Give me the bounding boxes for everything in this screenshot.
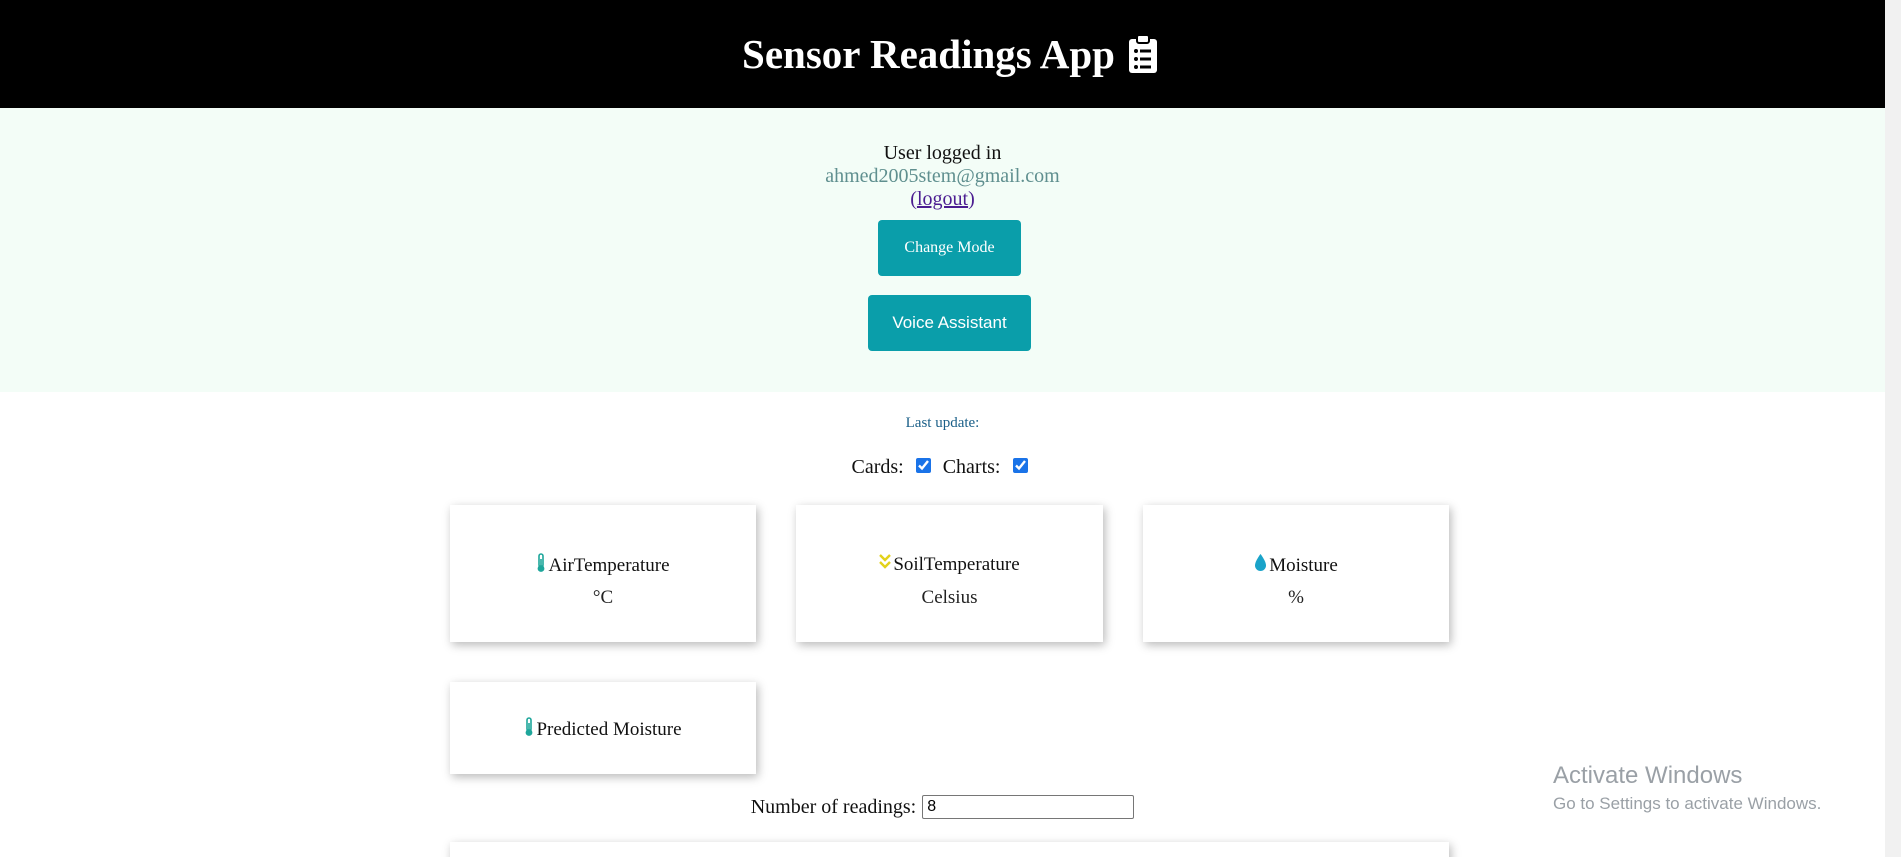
top-nav: Sensor Readings App <box>0 0 1901 108</box>
card-title-text: Predicted Moisture <box>536 719 682 740</box>
app-title: Sensor Readings App <box>742 30 1159 78</box>
thermometer-icon <box>536 553 546 579</box>
login-status: User logged in <box>883 142 1002 164</box>
card-soil-temperature: SoilTemperature Celsius <box>796 505 1103 642</box>
watermark-title: Activate Windows <box>1553 762 1743 789</box>
charts-toggle-label: Charts: <box>942 456 1001 478</box>
card-title: Moisture <box>1143 553 1449 578</box>
voice-assistant-button[interactable]: Voice Assistant <box>868 295 1031 351</box>
windows-activation-watermark: Activate Windows Go to Settings to activ… <box>1553 762 1821 814</box>
cards-toggle-label: Cards: <box>851 456 904 478</box>
card-unit: °C <box>592 587 614 608</box>
charts-checkbox[interactable] <box>1012 458 1028 473</box>
card-predicted-moisture: Predicted Moisture <box>450 682 756 774</box>
user-email: ahmed2005stem@gmail.com <box>825 165 1060 187</box>
view-toggles: Cards: Charts: <box>0 456 1885 479</box>
card-title-text: SoilTemperature <box>893 554 1020 575</box>
card-title: Predicted Moisture <box>450 717 756 743</box>
app-title-text: Sensor Readings App <box>742 31 1115 77</box>
droplet-icon <box>1254 553 1267 578</box>
card-title: AirTemperature <box>450 553 756 579</box>
readings-input[interactable] <box>922 795 1135 819</box>
cards-checkbox[interactable] <box>915 458 931 473</box>
thermometer-icon <box>524 717 534 743</box>
card-moisture: Moisture % <box>1143 505 1449 642</box>
change-mode-button[interactable]: Change Mode <box>878 220 1021 276</box>
chart-card <box>450 842 1449 857</box>
page: Sensor Readings App User logged in ahmed… <box>0 0 1901 857</box>
card-title-text: Moisture <box>1269 554 1338 576</box>
last-update: Last update: <box>905 415 980 431</box>
card-title-text: AirTemperature <box>548 555 670 576</box>
card-unit: Celsius <box>921 587 978 608</box>
double-chevron-down-icon <box>879 553 892 577</box>
logout-link[interactable]: logout <box>917 188 968 210</box>
card-unit: % <box>1288 587 1304 608</box>
watermark-subtitle: Go to Settings to activate Windows. <box>1553 794 1822 813</box>
auth-panel: User logged in ahmed2005stem@gmail.com (… <box>0 108 1885 392</box>
vertical-scrollbar[interactable] <box>1885 0 1901 857</box>
clipboard-list-icon <box>1127 34 1159 74</box>
readings-label: Number of readings: <box>750 795 917 818</box>
card-title: SoilTemperature <box>796 553 1103 577</box>
card-air-temperature: AirTemperature °C <box>450 505 756 642</box>
logout-wrapper: (logout) <box>910 188 975 210</box>
